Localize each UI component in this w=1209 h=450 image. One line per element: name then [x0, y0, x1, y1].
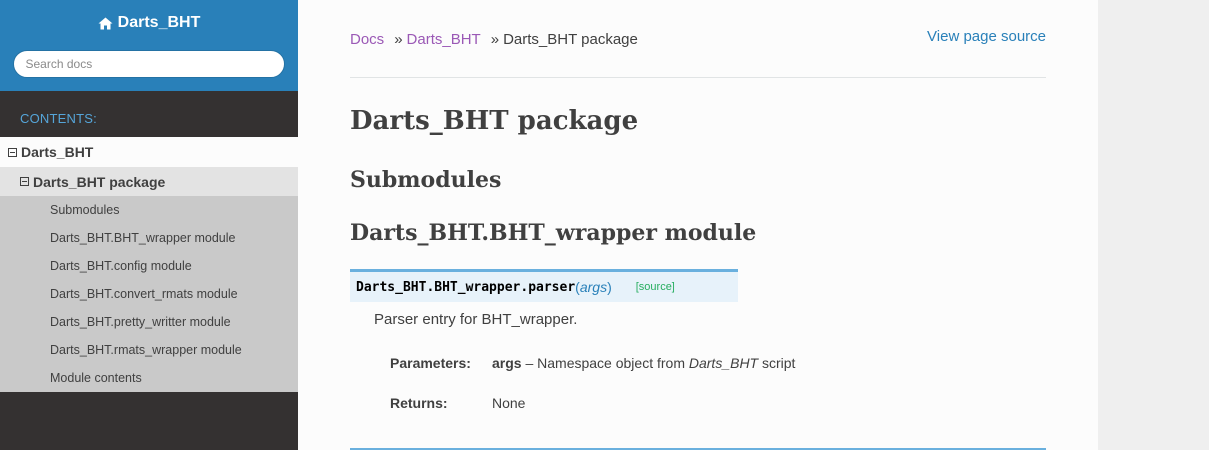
- breadcrumb-separator: »: [394, 30, 403, 48]
- breadcrumb-docs-link[interactable]: Docs: [350, 31, 384, 48]
- toc-item-convert-rmats[interactable]: Darts_BHT.convert_rmats module: [0, 280, 298, 308]
- sidebar-header: Darts_BHT: [0, 0, 298, 91]
- toc-item-label: Darts_BHT: [21, 144, 94, 160]
- submodules-heading: Submodules: [350, 167, 502, 193]
- toc-item-darts-bht[interactable]: Darts_BHT: [0, 137, 298, 167]
- home-icon: [98, 17, 113, 30]
- function-signature: Darts_BHT.BHT_wrapper. parser ( args ) […: [350, 269, 738, 302]
- project-home-link[interactable]: Darts_BHT: [98, 12, 201, 34]
- signature-argument: args: [579, 279, 608, 295]
- signature-close-paren: ): [607, 279, 612, 295]
- source-link[interactable]: [source]: [636, 281, 675, 293]
- view-page-source-link[interactable]: View page source: [927, 28, 1046, 45]
- param-suffix: script: [758, 355, 796, 371]
- signature-module-prefix: Darts_BHT.BHT_wrapper.: [356, 279, 529, 295]
- sidebar: Darts_BHT Contents: Darts_BHT Darts_BHT …: [0, 0, 298, 450]
- toc-item-label: Darts_BHT package: [33, 173, 166, 190]
- toc-item-config[interactable]: Darts_BHT.config module: [0, 252, 298, 280]
- search-input[interactable]: [12, 49, 285, 78]
- toc-item-submodules[interactable]: Submodules: [0, 196, 298, 224]
- parameters-label: Parameters:: [390, 355, 471, 371]
- module-heading: Darts_BHT.BHT_wrapper module: [350, 220, 757, 246]
- collapse-icon[interactable]: [8, 147, 17, 157]
- breadcrumb: Docs » Darts_BHT » Darts_BHT package Vie…: [350, 28, 1046, 50]
- toc-item-module-contents[interactable]: Module contents: [0, 364, 298, 392]
- returns-label: Returns:: [390, 395, 448, 411]
- function-description: Parser entry for BHT_wrapper.: [374, 311, 578, 328]
- project-title: Darts_BHT: [117, 14, 201, 31]
- page-title: Darts_BHT package: [350, 106, 639, 136]
- param-name: args: [492, 355, 522, 371]
- signature-function-name: parser: [528, 279, 576, 295]
- breadcrumb-parent-link[interactable]: Darts_BHT: [407, 31, 481, 48]
- returns-value: None: [492, 395, 526, 411]
- main-content: Docs » Darts_BHT » Darts_BHT package Vie…: [298, 0, 1098, 450]
- toc-item-rmats-wrapper[interactable]: Darts_BHT.rmats_wrapper module: [0, 336, 250, 364]
- toc-item-pretty-writter[interactable]: Darts_BHT.pretty_writter module: [0, 308, 298, 336]
- breadcrumb-separator: »: [490, 30, 500, 48]
- toc-caption: Contents:: [20, 111, 97, 126]
- header-divider: [350, 77, 1046, 78]
- breadcrumb-current: Darts_BHT package: [503, 30, 638, 48]
- toc-item-darts-bht-package[interactable]: Darts_BHT package: [0, 167, 298, 196]
- param-reference: Darts_BHT: [688, 355, 759, 371]
- parameters-value: args – Namespace object from Darts_BHT s…: [492, 355, 795, 371]
- toc-subsections: Submodules Darts_BHT.BHT_wrapper module …: [0, 196, 298, 392]
- toc-item-bht-wrapper[interactable]: Darts_BHT.BHT_wrapper module: [0, 224, 298, 252]
- param-description: – Namespace object from: [521, 355, 689, 371]
- collapse-icon[interactable]: [20, 177, 29, 186]
